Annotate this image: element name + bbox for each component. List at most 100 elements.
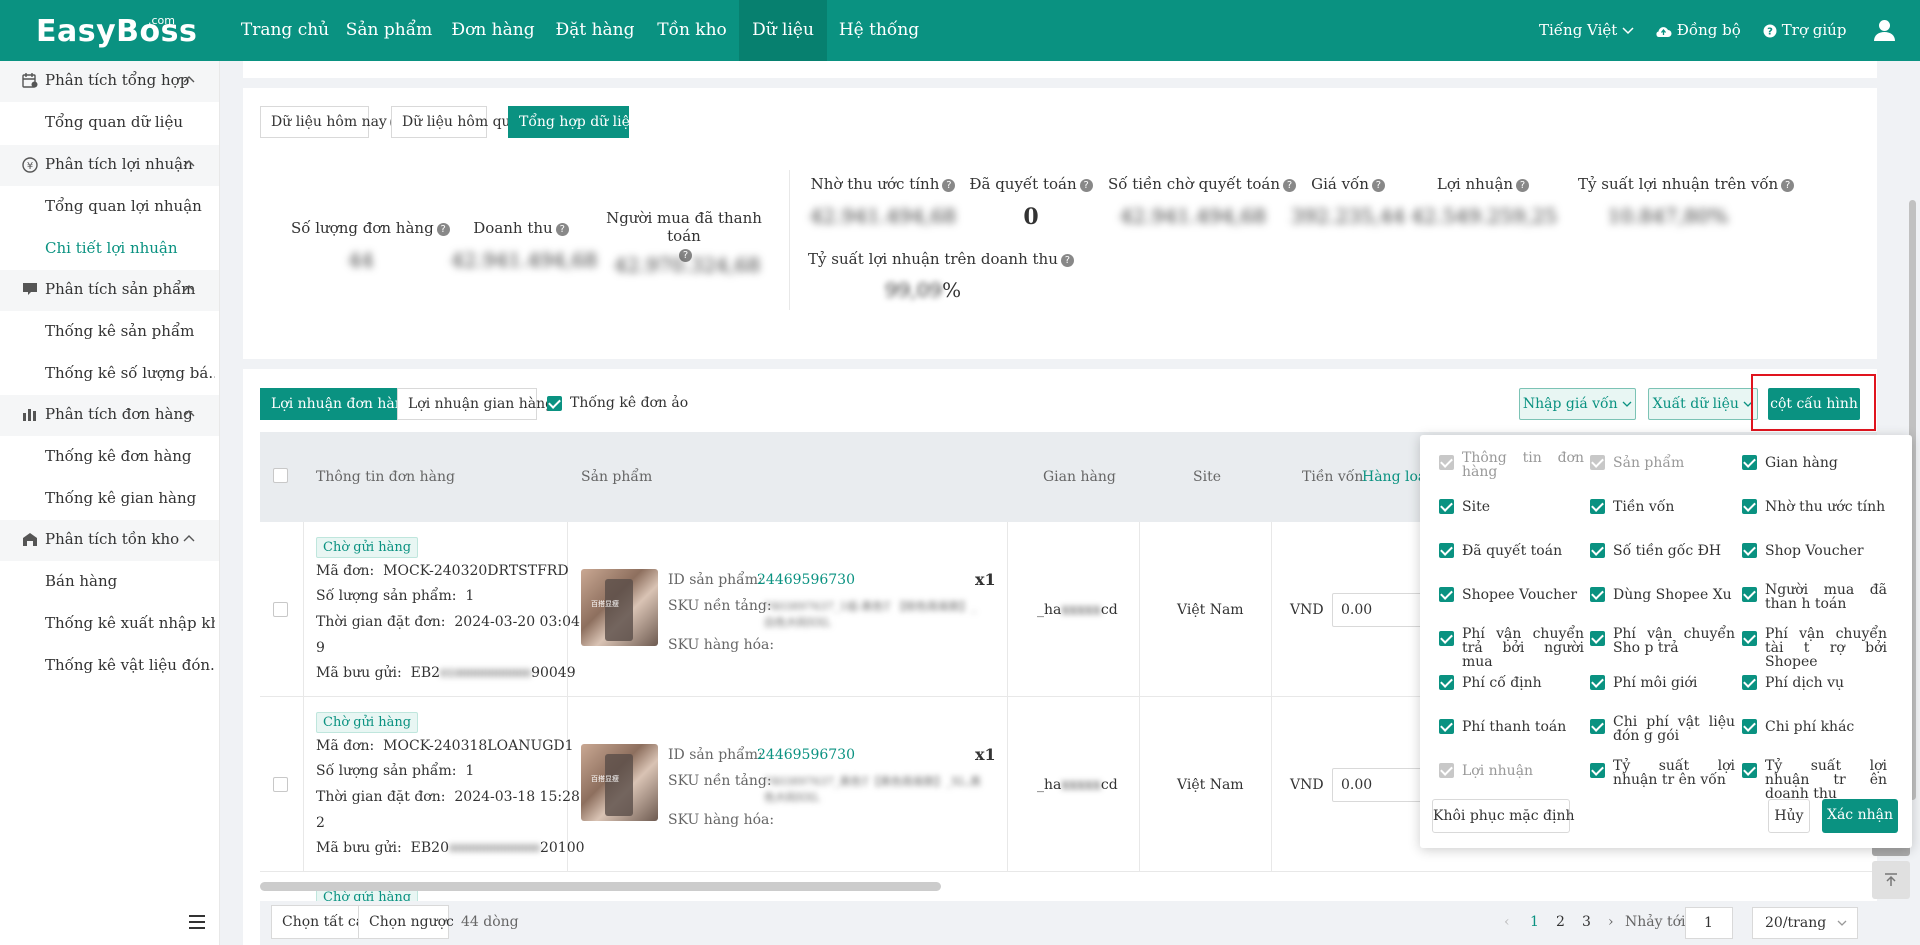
column-option-label[interactable]: Gian hàng (1765, 456, 1887, 470)
sidebar-item-stock-in-out[interactable]: Thống kê xuất nhập kho (45, 614, 215, 632)
nav-purchase[interactable]: Đặt hàng (550, 0, 640, 61)
sidebar-group-order[interactable]: Phân tích đơn hàng (0, 395, 219, 436)
column-option-label[interactable]: Số tiền gốc ĐH (1613, 544, 1735, 558)
confirm-button[interactable]: Xác nhận (1822, 799, 1898, 833)
restore-default-button[interactable]: Khôi phục mặc định (1432, 799, 1575, 833)
export-data-button[interactable]: Xuất dữ liệu (1648, 388, 1758, 420)
tab-summary-data[interactable]: Tổng hợp dữ liệu (508, 106, 639, 138)
column-option-label[interactable]: Site (1462, 500, 1584, 514)
column-option-checkbox[interactable] (1742, 543, 1757, 558)
order-id[interactable]: MOCK-240318LOANUGD1 (383, 738, 573, 754)
sidebar-item-profit-overview[interactable]: Tổng quan lợi nhuận (45, 197, 215, 215)
column-option-checkbox[interactable] (1439, 719, 1454, 734)
help-button[interactable]: ? Trợ giúp (1763, 0, 1846, 61)
column-option-checkbox[interactable] (1439, 631, 1454, 646)
column-option-checkbox[interactable] (1590, 543, 1605, 558)
sidebar-group-profit[interactable]: ¥ Phân tích lợi nhuận (0, 145, 219, 186)
row-checkbox[interactable] (273, 777, 288, 792)
column-option-checkbox[interactable] (1439, 499, 1454, 514)
column-option-label[interactable]: Dùng Shopee Xu (1613, 588, 1735, 602)
sidebar-item-product-stats[interactable]: Thống kê sản phẩm (45, 322, 215, 340)
column-option-label[interactable]: Phí dịch vụ (1765, 676, 1887, 690)
column-option-label[interactable]: Phí thanh toán (1462, 720, 1584, 734)
column-option-label[interactable]: Phí môi giới (1613, 676, 1735, 690)
prev-page-icon[interactable]: ‹ (1504, 914, 1510, 930)
nav-orders[interactable]: Đơn hàng (446, 0, 540, 61)
column-option-checkbox[interactable] (1439, 543, 1454, 558)
product-thumbnail[interactable]: 百搭显瘦 (581, 744, 658, 821)
column-option-label[interactable]: Phí vận chuyển Sho p trả (1613, 627, 1735, 655)
column-option-checkbox[interactable] (1742, 587, 1757, 602)
sidebar-group-summary[interactable]: Phân tích tổng hợp (0, 61, 219, 102)
tab-shop-profit[interactable]: Lợi nhuận gian hàng (397, 388, 554, 420)
column-option-label[interactable]: Chi phí khác (1765, 720, 1887, 734)
nav-data[interactable]: Dữ liệu (739, 0, 827, 61)
column-option-label[interactable]: Người mua đã than h toán (1765, 583, 1887, 611)
column-option-checkbox[interactable] (1742, 719, 1757, 734)
column-option-label[interactable]: Phí vận chuyển tài t rợ bởi Shopee (1765, 627, 1887, 669)
tab-order-profit[interactable]: Lợi nhuận đơn hàng (260, 388, 413, 420)
tab-yesterday-data[interactable]: Dữ liệu hôm qua (391, 106, 519, 138)
column-option-label[interactable]: Chi phí vật liệu đón g gói (1613, 715, 1735, 743)
column-option-checkbox[interactable] (1742, 499, 1757, 514)
column-option-checkbox[interactable] (1590, 675, 1605, 690)
column-option-label[interactable]: Tiền vốn (1613, 500, 1735, 514)
column-option-label[interactable]: Tỷ suất lợi nhuận tr ên vốn (1613, 759, 1735, 787)
column-option-checkbox[interactable] (1439, 675, 1454, 690)
product-id-link[interactable]: 24469596730 (757, 572, 855, 588)
column-option-label[interactable]: Shopee Voucher (1462, 588, 1584, 602)
cancel-button[interactable]: Hủy (1768, 799, 1810, 833)
column-option-checkbox[interactable] (1742, 763, 1757, 778)
select-all-rows-checkbox[interactable] (273, 468, 288, 483)
column-option-checkbox[interactable] (1742, 631, 1757, 646)
language-selector[interactable]: Tiếng Việt (1539, 0, 1634, 61)
column-option-label[interactable]: Đã quyết toán (1462, 544, 1584, 558)
sidebar-item-order-stats[interactable]: Thống kê đơn hàng (45, 447, 215, 465)
sync-button[interactable]: Đồng bộ (1655, 0, 1741, 61)
tab-today-data[interactable]: Dữ liệu hôm nay? (260, 106, 403, 138)
next-page-icon[interactable]: › (1608, 914, 1614, 930)
sidebar-item-sales-quantity[interactable]: Thống kê số lượng bá... (45, 364, 215, 382)
column-option-label[interactable]: Tỷ suất lợi nhuận tr ên doanh thu (1765, 759, 1887, 801)
column-option-checkbox[interactable] (1590, 719, 1605, 734)
row-checkbox[interactable] (273, 602, 288, 617)
nav-products[interactable]: Sản phẩm (342, 0, 436, 61)
column-option-label[interactable]: Thông tin đơn hàng (1462, 451, 1584, 479)
horizontal-scrollbar[interactable] (260, 882, 941, 891)
page-3[interactable]: 3 (1582, 914, 1591, 930)
sidebar-group-inventory[interactable]: Phân tích tồn kho (0, 520, 219, 561)
menu-collapse-icon[interactable] (189, 915, 205, 929)
column-option-label[interactable]: Phí cố định (1462, 676, 1584, 690)
select-all-button[interactable]: Chọn tất cả (271, 905, 364, 939)
page-2[interactable]: 2 (1556, 914, 1565, 930)
column-option-checkbox[interactable] (1590, 763, 1605, 778)
order-id[interactable]: MOCK-240320DRTSTFRD (383, 563, 568, 579)
sidebar-item-profit-detail[interactable]: Chi tiết lợi nhuận (45, 239, 215, 257)
cost-input[interactable]: 0.00 (1332, 768, 1432, 802)
nav-inventory[interactable]: Tồn kho (650, 0, 734, 61)
column-option-checkbox[interactable] (1590, 631, 1605, 646)
column-option-label[interactable]: Lợi nhuận (1462, 764, 1584, 778)
sidebar-item-sales[interactable]: Bán hàng (45, 572, 215, 590)
page-size-select[interactable]: 20/trang (1752, 907, 1858, 939)
sidebar-item-data-overview[interactable]: Tổng quan dữ liệu (45, 113, 215, 131)
back-to-top-button[interactable] (1872, 861, 1910, 899)
sidebar-item-packaging-materials[interactable]: Thống kê vật liệu đón... (45, 656, 215, 674)
import-cost-button[interactable]: Nhập giá vốn (1519, 388, 1636, 420)
page-1[interactable]: 1 (1530, 914, 1539, 930)
column-option-checkbox[interactable] (1742, 455, 1757, 470)
column-option-label[interactable]: Nhờ thu ước tính (1765, 500, 1887, 514)
column-config-button[interactable]: cột cấu hình (1768, 388, 1860, 420)
product-thumbnail[interactable]: 百搭显瘦 (581, 569, 658, 646)
nav-system[interactable]: Hệ thống (832, 0, 926, 61)
virtual-orders-checkbox[interactable] (547, 396, 562, 411)
column-option-label[interactable]: Shop Voucher (1765, 544, 1887, 558)
product-id-link[interactable]: 24469596730 (757, 747, 855, 763)
sidebar-group-product[interactable]: Phân tích sản phẩm (0, 270, 219, 311)
column-option-label[interactable]: Phí vận chuyển trả bởi người mua (1462, 627, 1584, 669)
sidebar-item-shop-stats[interactable]: Thống kê gian hàng (45, 489, 215, 507)
nav-home[interactable]: Trang chủ (238, 0, 332, 61)
cost-input[interactable]: 0.00 (1332, 593, 1432, 627)
user-avatar-icon[interactable] (1873, 19, 1896, 42)
invert-selection-button[interactable]: Chọn ngược (358, 905, 454, 939)
